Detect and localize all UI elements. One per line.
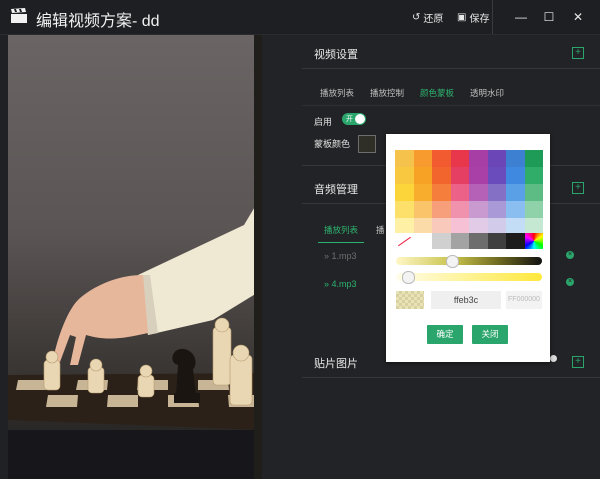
color-slider[interactable]	[396, 257, 542, 265]
minimize-button[interactable]: —	[512, 8, 530, 26]
color-picker-popup: ffeb3c FF000000 确定 关闭	[386, 134, 550, 362]
no-color-swatch[interactable]	[395, 233, 414, 249]
hex-input[interactable]: ffeb3c	[431, 291, 501, 309]
tab-transparent-watermark[interactable]: 透明水印	[464, 87, 510, 106]
color-slider-handle[interactable]	[446, 255, 459, 268]
color-swatch[interactable]	[432, 167, 451, 184]
color-preview	[396, 291, 424, 309]
color-swatch[interactable]	[450, 150, 469, 167]
tab-playback-control[interactable]: 播放控制	[364, 87, 410, 106]
color-swatch[interactable]	[487, 201, 506, 218]
color-swatch[interactable]	[506, 201, 525, 218]
mask-color-swatch[interactable]	[358, 135, 376, 153]
save-label: 保存	[469, 14, 490, 25]
color-swatch[interactable]	[432, 150, 451, 167]
color-swatch[interactable]	[432, 184, 451, 201]
divider	[302, 377, 600, 378]
maximize-button[interactable]: ☐	[540, 8, 558, 26]
color-swatch[interactable]	[524, 150, 543, 167]
color-swatch[interactable]	[413, 167, 432, 184]
mask-color-label: 蒙板颜色	[314, 139, 351, 149]
video-tabs: 播放列表 播放控制 颜色蒙板 透明水印	[314, 87, 514, 106]
alpha-slider[interactable]	[396, 273, 542, 281]
color-swatch[interactable]	[469, 184, 488, 201]
color-swatch[interactable]	[395, 201, 414, 218]
remove-audio-button[interactable]: ×	[566, 251, 574, 259]
divider	[302, 68, 600, 69]
color-swatch[interactable]	[395, 184, 414, 201]
grey-palette	[395, 233, 543, 249]
color-swatch[interactable]	[487, 150, 506, 167]
grey-swatch[interactable]	[469, 233, 488, 249]
color-swatch[interactable]	[506, 167, 525, 184]
close-button[interactable]: ✕	[569, 8, 587, 26]
color-swatch[interactable]	[469, 201, 488, 218]
audio-file-name: 1.mp3	[331, 251, 357, 261]
video-edge	[254, 35, 262, 479]
color-swatch[interactable]	[524, 201, 543, 218]
grey-swatch[interactable]	[450, 233, 469, 249]
color-swatch[interactable]	[506, 184, 525, 201]
chess-scene-image	[8, 195, 262, 479]
add-sticker-button[interactable]: +	[572, 356, 584, 368]
divider	[492, 0, 493, 34]
close-picker-button[interactable]: 关闭	[472, 325, 508, 344]
clapperboard-icon	[11, 8, 27, 23]
alpha-slider-handle[interactable]	[402, 271, 415, 284]
restore-button[interactable]: ↺ 还原	[412, 10, 443, 25]
confirm-button[interactable]: 确定	[427, 325, 463, 344]
toggle-knob	[355, 114, 365, 124]
restore-label: 还原	[423, 14, 444, 25]
enable-toggle[interactable]: 开	[342, 113, 366, 125]
color-swatch[interactable]	[395, 167, 414, 184]
audio-file-row[interactable]: » 4.mp3	[324, 279, 357, 289]
color-swatch[interactable]	[469, 167, 488, 184]
audio-file-name: 4.mp3	[331, 279, 357, 289]
sticker-title: 贴片图片	[314, 358, 358, 370]
audio-title: 音频管理	[314, 184, 358, 196]
color-swatch[interactable]	[450, 167, 469, 184]
color-swatch[interactable]	[487, 167, 506, 184]
custom-color-swatch[interactable]	[524, 233, 543, 249]
audio-file-row[interactable]: » 1.mp3	[324, 251, 357, 261]
file-prefix: »	[324, 279, 330, 289]
add-audio-button[interactable]: +	[572, 182, 584, 194]
color-swatch[interactable]	[506, 150, 525, 167]
color-swatch[interactable]	[524, 167, 543, 184]
alpha-input[interactable]: FF000000	[506, 291, 542, 309]
file-prefix: »	[324, 251, 330, 261]
color-swatch[interactable]	[413, 184, 432, 201]
grey-swatch[interactable]	[413, 233, 432, 249]
color-swatch[interactable]	[487, 184, 506, 201]
enable-label: 启用	[314, 117, 333, 127]
video-preview	[8, 35, 262, 479]
grey-swatch[interactable]	[432, 233, 451, 249]
title-bar: 编辑视频方案- dd ↺ 还原 ▣ 保存 — ☐ ✕	[0, 0, 600, 35]
color-swatch[interactable]	[450, 201, 469, 218]
color-swatch[interactable]	[395, 150, 414, 167]
color-swatch[interactable]	[432, 201, 451, 218]
undo-icon: ↺	[412, 12, 421, 23]
toggle-text: 开	[346, 116, 353, 123]
grey-swatch[interactable]	[506, 233, 525, 249]
color-swatch[interactable]	[413, 201, 432, 218]
divider	[302, 105, 600, 106]
color-swatch[interactable]	[524, 184, 543, 201]
grey-swatch[interactable]	[487, 233, 506, 249]
window-title: 编辑视频方案- dd	[36, 13, 160, 30]
save-button[interactable]: ▣ 保存	[457, 10, 489, 25]
tab-color-mask[interactable]: 颜色蒙板	[414, 87, 461, 106]
color-swatch[interactable]	[469, 150, 488, 167]
color-swatch[interactable]	[413, 150, 432, 167]
video-settings-title: 视频设置	[314, 49, 358, 61]
audio-tab-playlist[interactable]: 播放列表	[318, 224, 365, 243]
color-swatch[interactable]	[450, 184, 469, 201]
color-palette	[395, 150, 543, 235]
save-icon: ▣	[457, 12, 467, 23]
volume-slider-handle[interactable]	[550, 355, 557, 362]
remove-audio-button[interactable]: ×	[566, 278, 574, 286]
tab-playlist[interactable]: 播放列表	[314, 87, 360, 106]
add-video-setting-button[interactable]: +	[572, 47, 584, 59]
